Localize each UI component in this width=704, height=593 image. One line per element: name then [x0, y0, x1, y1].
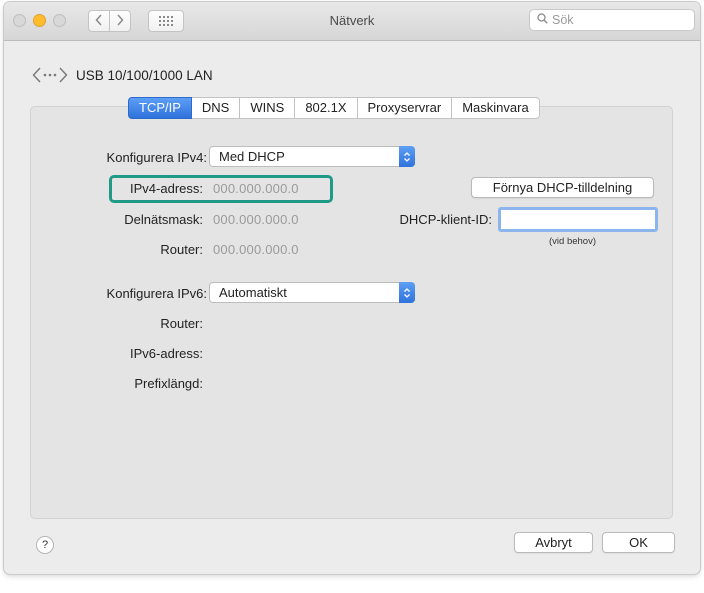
configure-ipv6-label: Konfigurera IPv6:	[106, 286, 207, 301]
tab-wins[interactable]: WINS	[240, 97, 296, 119]
ethernet-icon	[32, 66, 68, 84]
search-placeholder: Sök	[552, 13, 574, 27]
tab-dns[interactable]: DNS	[191, 97, 241, 119]
ipv4-address-label: IPv4-adress:	[130, 181, 203, 196]
tab-8021x[interactable]: 802.1X	[295, 97, 358, 119]
search-icon	[537, 13, 552, 27]
configure-ipv6-popup[interactable]: Automatiskt	[209, 282, 415, 303]
title-bar: Nätverk Sök	[4, 2, 700, 41]
network-window: Nätverk Sök USB 10/100/1000 LAN TCP/IP D…	[4, 2, 700, 574]
router-value: 000.000.000.0	[213, 242, 299, 257]
prefix-length-label: Prefixlängd:	[134, 376, 203, 391]
tab-tcp-ip[interactable]: TCP/IP	[128, 97, 192, 119]
dhcp-client-id-label: DHCP-klient-ID:	[399, 212, 492, 227]
tab-bar: TCP/IP DNS WINS 802.1X Proxyservrar Mask…	[128, 97, 540, 119]
configure-ipv4-value: Med DHCP	[219, 149, 285, 164]
configure-ipv4-label: Konfigurera IPv4:	[106, 150, 207, 165]
renew-dhcp-button[interactable]: Förnya DHCP-tilldelning	[471, 177, 654, 198]
search-field[interactable]: Sök	[529, 9, 695, 31]
cancel-button[interactable]: Avbryt	[514, 532, 593, 553]
configure-ipv6-value: Automatiskt	[219, 285, 287, 300]
interface-name: USB 10/100/1000 LAN	[76, 67, 213, 83]
updown-arrows-icon	[399, 282, 415, 303]
dhcp-client-id-input[interactable]	[498, 207, 658, 232]
subnet-mask-value: 000.000.000.0	[213, 212, 299, 227]
configure-ipv4-popup[interactable]: Med DHCP	[209, 146, 415, 167]
updown-arrows-icon	[399, 146, 415, 167]
subnet-mask-label: Delnätsmask:	[124, 212, 203, 227]
interface-header: USB 10/100/1000 LAN	[32, 66, 213, 84]
dhcp-client-id-hint: (vid behov)	[549, 236, 596, 247]
router-label: Router:	[160, 242, 203, 257]
tab-proxyservrar[interactable]: Proxyservrar	[357, 97, 453, 119]
help-button[interactable]: ?	[36, 536, 54, 554]
ipv6-router-label: Router:	[160, 316, 203, 331]
ipv6-address-label: IPv6-adress:	[130, 346, 203, 361]
settings-panel	[30, 106, 673, 519]
tab-maskinvara[interactable]: Maskinvara	[452, 97, 540, 119]
ipv4-address-value: 000.000.000.0	[213, 181, 299, 196]
ok-button[interactable]: OK	[602, 532, 675, 553]
